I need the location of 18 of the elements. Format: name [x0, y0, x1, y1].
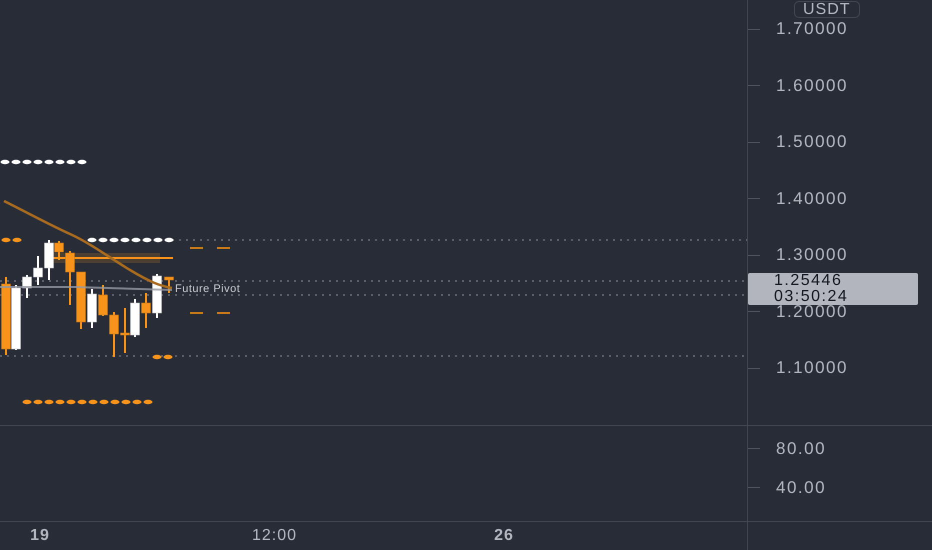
candle — [130, 299, 140, 337]
price-label: 1.70000 — [776, 19, 848, 40]
oscillator-label: 40.00 — [776, 478, 826, 498]
currency-badge[interactable]: USDT — [794, 1, 860, 18]
price-label: 1.60000 — [776, 76, 848, 96]
candle — [164, 276, 174, 293]
oscillator-label: 80.00 — [776, 438, 826, 458]
price-label: 1.10000 — [776, 358, 848, 378]
price-label: 1.30000 — [776, 245, 848, 266]
candle — [33, 256, 43, 285]
candle — [141, 293, 151, 328]
price-label: 1.50000 — [776, 132, 848, 152]
pivot-label: Future Pivot — [175, 283, 240, 295]
time-label: 26 — [493, 526, 515, 546]
time-label: 19 — [29, 526, 51, 546]
candle — [120, 308, 130, 353]
last-price: 1.25446 — [774, 273, 842, 289]
price-label: 1.40000 — [776, 188, 848, 209]
